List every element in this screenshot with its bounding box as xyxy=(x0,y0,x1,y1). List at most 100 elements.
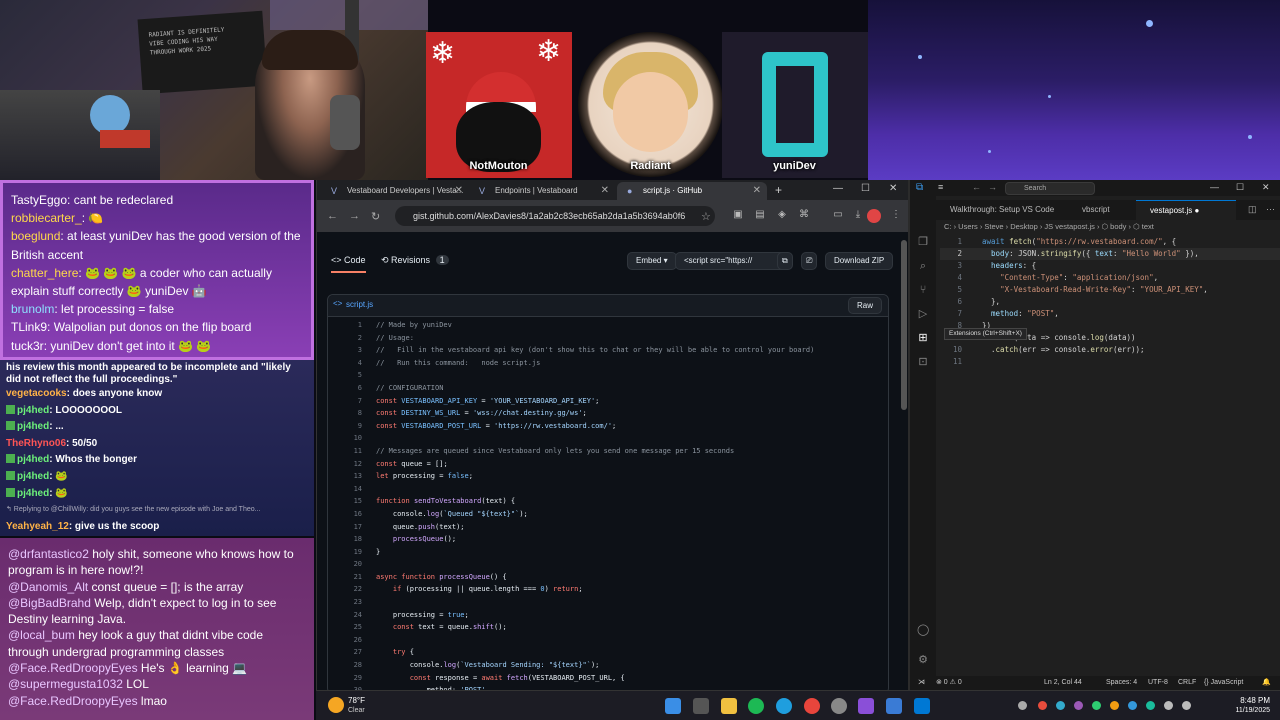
tray-app-icon[interactable] xyxy=(1092,701,1101,710)
tray-app-icon[interactable] xyxy=(1128,701,1137,710)
downloads-icon[interactable]: ⤓ xyxy=(851,209,865,223)
maximize-button[interactable]: ☐ xyxy=(1236,182,1244,193)
explorer-icon[interactable]: ❐ xyxy=(917,236,929,248)
cursor-position[interactable]: Ln 2, Col 44 xyxy=(1044,676,1082,690)
search-icon[interactable]: ⌕ xyxy=(917,260,929,272)
chatgpt-icon[interactable] xyxy=(831,698,847,714)
tray-chevron-icon[interactable] xyxy=(1018,701,1027,710)
editor-line[interactable]: 11 xyxy=(940,356,1280,368)
editor-line[interactable]: 2 body: JSON.stringify({ text: "Hello Wo… xyxy=(940,248,1280,260)
file-explorer-icon[interactable] xyxy=(721,698,737,714)
app-icon[interactable] xyxy=(858,698,874,714)
forward-icon[interactable]: → xyxy=(988,182,997,192)
source-control-icon[interactable]: ⑂ xyxy=(917,284,929,296)
close-tab-icon[interactable]: ✕ xyxy=(753,182,761,200)
tab-revisions[interactable]: ⟲ Revisions 1 xyxy=(381,255,449,266)
tray-app-icon[interactable] xyxy=(1110,701,1119,710)
close-window-button[interactable]: ✕ xyxy=(1262,182,1270,193)
close-tab-icon[interactable]: ✕ xyxy=(601,182,609,200)
notifications-icon[interactable]: 🔔 xyxy=(1262,676,1271,690)
start-icon[interactable] xyxy=(665,698,681,714)
url-input[interactable]: gist.github.com/AlexDavies8/1a2ab2c83ecb… xyxy=(395,206,715,226)
indentation[interactable]: Spaces: 4 xyxy=(1106,676,1137,690)
tab-vestapost[interactable]: vestapost.js ● xyxy=(1136,200,1236,220)
tray-app-icon[interactable] xyxy=(1056,701,1065,710)
language-mode[interactable]: {} JavaScript xyxy=(1204,676,1243,690)
extensions-icon[interactable]: ⊞ xyxy=(917,332,929,344)
editor-line[interactable]: 6 }, xyxy=(940,296,1280,308)
tab-vbscript[interactable]: vbscript xyxy=(1068,200,1134,220)
editor-line[interactable]: 3 headers: { xyxy=(940,260,1280,272)
browser-tab[interactable]: V Vestaboard Developers | Vesta... ✕ xyxy=(321,182,469,200)
tab-walkthrough[interactable]: Walkthrough: Setup VS Code xyxy=(936,200,1066,220)
file-name-link[interactable]: script.js xyxy=(346,300,373,309)
edge-icon[interactable] xyxy=(776,698,792,714)
vscode-icon[interactable] xyxy=(914,698,930,714)
task-view-icon[interactable] xyxy=(693,698,709,714)
tray-app-icon[interactable] xyxy=(1038,701,1047,710)
download-zip-button[interactable]: Download ZIP xyxy=(825,252,894,270)
back-icon[interactable]: ← xyxy=(327,210,338,222)
problems-indicator[interactable]: ⊗ 0 ⚠ 0 xyxy=(936,676,962,690)
clock-time[interactable]: 8:48 PM xyxy=(1228,696,1270,705)
editor-line[interactable]: 10 .catch(err => console.error(err)); xyxy=(940,344,1280,356)
editor-code[interactable]: 1 await fetch("https://rw.vestaboard.com/… xyxy=(940,236,1280,368)
minimize-button[interactable]: — xyxy=(1210,182,1219,192)
reload-icon[interactable]: ↻ xyxy=(371,210,380,223)
tray-app-icon[interactable] xyxy=(1074,701,1083,710)
embed-select[interactable]: Embed ▾ xyxy=(627,252,677,270)
browser-tab[interactable]: V Endpoints | Vestaboard ✕ xyxy=(469,182,615,200)
weather-icon[interactable] xyxy=(328,697,344,713)
remote-indicator-icon[interactable]: ⋊ xyxy=(918,676,925,690)
forward-icon[interactable]: → xyxy=(349,210,360,222)
sidebar-icon[interactable]: ▭ xyxy=(831,209,845,223)
breadcrumb[interactable]: C: › Users › Steve › Desktop › JS vestap… xyxy=(944,222,1154,231)
clock-date[interactable]: 11/19/2025 xyxy=(1216,707,1270,714)
tab-code[interactable]: <> Code xyxy=(331,255,366,273)
browser-tab-active[interactable]: ● script.js · GitHub ✕ xyxy=(617,182,767,200)
close-tab-icon[interactable]: ✕ xyxy=(455,182,463,200)
line-ending[interactable]: CRLF xyxy=(1178,676,1196,690)
run-debug-icon[interactable]: ▷ xyxy=(917,308,929,320)
unsaved-dot-icon[interactable]: ● xyxy=(1194,206,1199,215)
split-editor-icon[interactable]: ◫ xyxy=(1248,204,1257,215)
menu-icon[interactable]: ⋮ xyxy=(889,209,903,223)
remote-icon[interactable]: ⊡ xyxy=(917,356,929,368)
encoding[interactable]: UTF-8 xyxy=(1148,676,1168,690)
weather-temp[interactable]: 78°F xyxy=(348,696,365,705)
wifi-icon[interactable] xyxy=(1164,701,1173,710)
steam-icon[interactable] xyxy=(886,698,902,714)
back-icon[interactable]: ← xyxy=(972,182,981,192)
spotify-icon[interactable] xyxy=(748,698,764,714)
embed-code-input[interactable]: <script src="https:// xyxy=(675,252,787,270)
maximize-button[interactable]: ☐ xyxy=(861,183,870,194)
editor-line[interactable]: 1 await fetch("https://rw.vestaboard.com/… xyxy=(940,236,1280,248)
extension-icon[interactable]: ▣ xyxy=(731,209,745,223)
minimize-button[interactable]: — xyxy=(833,183,843,194)
desktop-open-icon[interactable]: ⎚ xyxy=(801,252,818,270)
weather-condition[interactable]: Clear xyxy=(348,707,365,714)
editor-line[interactable]: 4 "Content-Type": "application/json", xyxy=(940,272,1280,284)
editor-line[interactable]: 5 "X-Vestaboard-Read-Write-Key": "YOUR_A… xyxy=(940,284,1280,296)
copy-icon[interactable]: ⧉ xyxy=(777,252,793,270)
chrome-icon[interactable] xyxy=(804,698,820,714)
editor-line[interactable]: 7 method: "POST", xyxy=(940,308,1280,320)
volume-icon[interactable] xyxy=(1182,701,1191,710)
extension-icon[interactable]: ⌘ xyxy=(797,209,811,223)
raw-button[interactable]: Raw xyxy=(847,297,882,314)
tray-app-icon[interactable] xyxy=(1146,701,1155,710)
new-tab-button[interactable]: + xyxy=(775,183,782,197)
close-window-button[interactable]: ✕ xyxy=(889,183,897,194)
command-search-input[interactable]: Search xyxy=(1005,182,1095,195)
scrollbar[interactable] xyxy=(901,240,907,410)
extension-icon[interactable]: ▤ xyxy=(753,209,767,223)
profile-avatar[interactable] xyxy=(867,209,881,223)
gear-icon[interactable]: ⚙ xyxy=(917,654,929,666)
bookmark-star-icon[interactable]: ☆ xyxy=(701,210,711,223)
line-number: 9 xyxy=(357,421,362,430)
more-actions-icon[interactable]: ⋯ xyxy=(1266,204,1275,215)
extension-icon[interactable]: ◈ xyxy=(775,209,789,223)
menu-icon[interactable]: ≡ xyxy=(938,182,943,192)
account-icon[interactable]: ◯ xyxy=(917,624,929,636)
